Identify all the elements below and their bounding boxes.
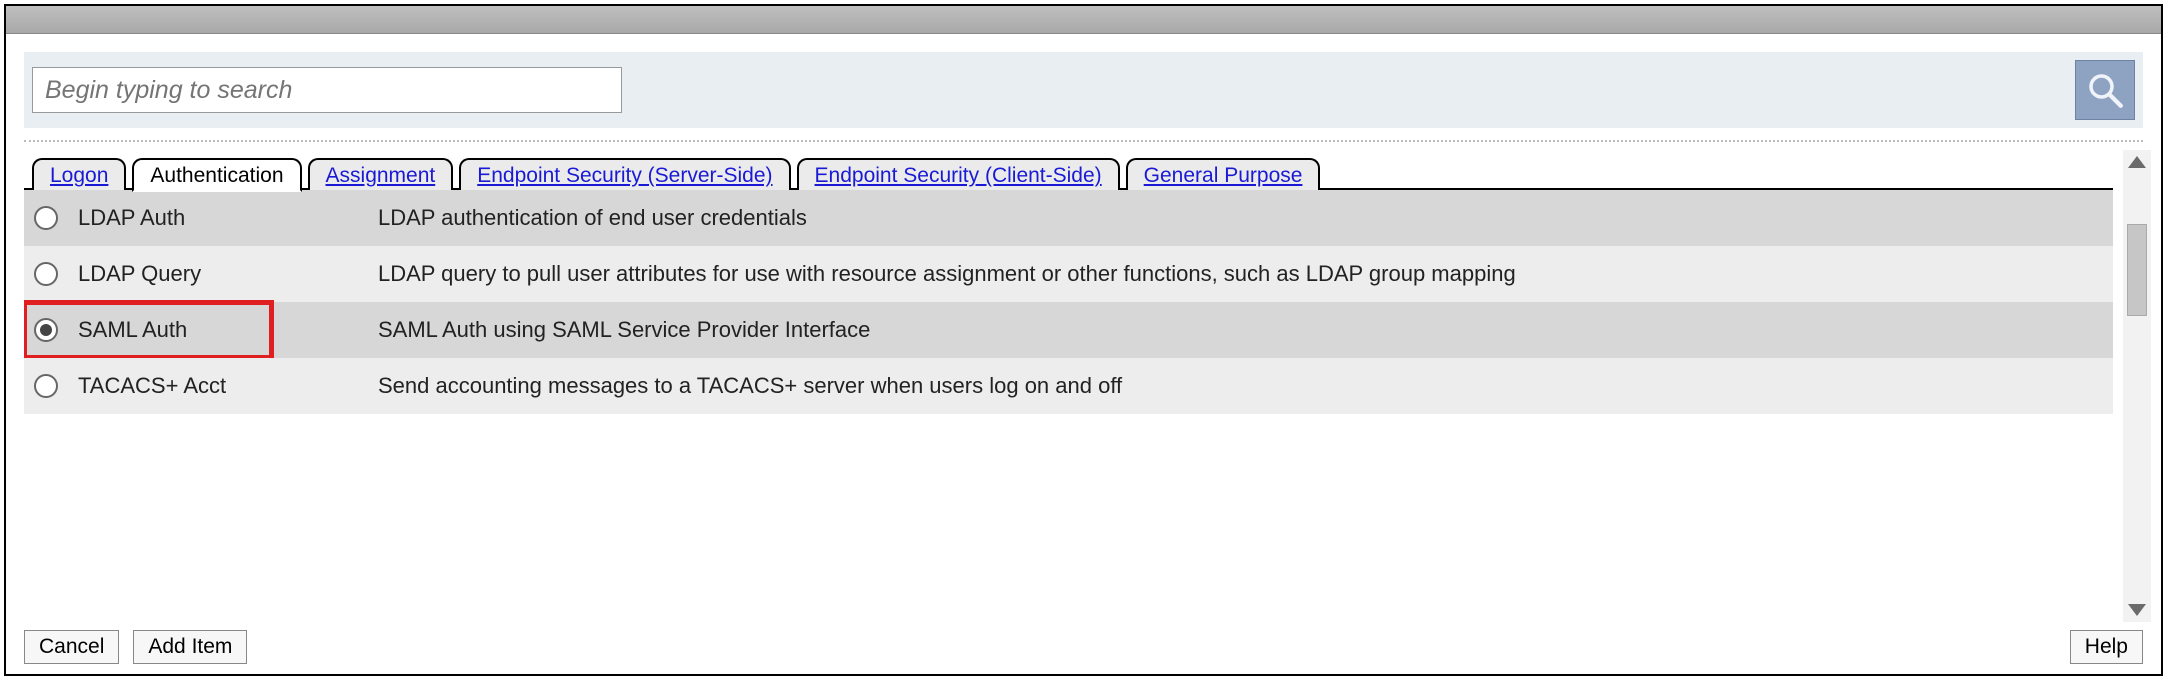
radio-button[interactable] bbox=[34, 262, 58, 286]
scroll-up-arrow-icon[interactable] bbox=[2128, 156, 2146, 168]
scroll-track[interactable] bbox=[2123, 168, 2151, 604]
content-area: LogonAuthenticationAssignmentEndpoint Se… bbox=[6, 150, 2161, 622]
search-bar bbox=[24, 52, 2143, 128]
item-list: LDAP AuthLDAP authentication of end user… bbox=[24, 190, 2113, 622]
add-item-button[interactable]: Add Item bbox=[133, 630, 247, 664]
item-description: LDAP query to pull user attributes for u… bbox=[378, 261, 1516, 287]
separator bbox=[24, 140, 2143, 142]
search-input[interactable] bbox=[32, 67, 622, 113]
vertical-scrollbar[interactable] bbox=[2123, 150, 2151, 622]
dialog-window: LogonAuthenticationAssignmentEndpoint Se… bbox=[4, 4, 2163, 676]
list-item[interactable]: LDAP AuthLDAP authentication of end user… bbox=[24, 190, 2113, 246]
list-item[interactable]: TACACS+ AcctSend accounting messages to … bbox=[24, 358, 2113, 414]
tab-authentication[interactable]: Authentication bbox=[132, 158, 301, 192]
tab-assignment[interactable]: Assignment bbox=[308, 158, 454, 190]
tab-general-purpose[interactable]: General Purpose bbox=[1126, 158, 1321, 190]
item-name: TACACS+ Acct bbox=[78, 373, 378, 399]
tabs-row: LogonAuthenticationAssignmentEndpoint Se… bbox=[24, 150, 2113, 190]
radio-button[interactable] bbox=[34, 318, 58, 342]
radio-button[interactable] bbox=[34, 374, 58, 398]
item-description: LDAP authentication of end user credenti… bbox=[378, 205, 807, 231]
magnifier-icon bbox=[2084, 69, 2126, 111]
scroll-down-arrow-icon[interactable] bbox=[2128, 604, 2146, 616]
search-button[interactable] bbox=[2075, 60, 2135, 120]
item-name: SAML Auth bbox=[78, 317, 378, 343]
cancel-button[interactable]: Cancel bbox=[24, 630, 119, 664]
item-name: LDAP Query bbox=[78, 261, 378, 287]
tab-endpoint-security-client-side-[interactable]: Endpoint Security (Client-Side) bbox=[797, 158, 1120, 190]
item-name: LDAP Auth bbox=[78, 205, 378, 231]
title-bar bbox=[6, 6, 2161, 34]
tab-logon[interactable]: Logon bbox=[32, 158, 126, 190]
footer: Cancel Add Item Help bbox=[6, 622, 2161, 674]
list-item[interactable]: SAML AuthSAML Auth using SAML Service Pr… bbox=[24, 302, 2113, 358]
item-description: SAML Auth using SAML Service Provider In… bbox=[378, 317, 870, 343]
tab-endpoint-security-server-side-[interactable]: Endpoint Security (Server-Side) bbox=[459, 158, 790, 190]
help-button[interactable]: Help bbox=[2070, 630, 2143, 664]
scroll-thumb[interactable] bbox=[2127, 224, 2147, 316]
list-item[interactable]: LDAP QueryLDAP query to pull user attrib… bbox=[24, 246, 2113, 302]
item-description: Send accounting messages to a TACACS+ se… bbox=[378, 373, 1122, 399]
radio-button[interactable] bbox=[34, 206, 58, 230]
